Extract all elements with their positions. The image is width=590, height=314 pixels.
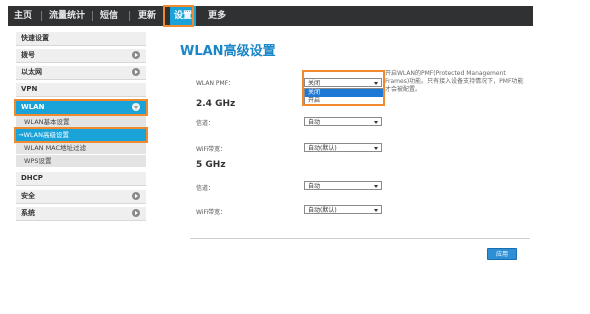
chevron-down-icon [374, 185, 378, 188]
nav-sms[interactable]: 短信 [100, 6, 118, 26]
nav-update[interactable]: 更新 [138, 6, 156, 26]
chevron-right-icon [132, 192, 140, 200]
pmf-help-text: 开启WLAN的PMF(Protected Management Frames)功… [385, 70, 524, 93]
sidebar-item-label: 安全 [21, 192, 35, 200]
nav-separator [129, 11, 130, 21]
nav-home[interactable]: 主页 [14, 6, 32, 26]
sidebar-item-label: 以太网 [21, 68, 42, 76]
channel-5-label: 信道： [196, 185, 215, 192]
channel-24-label: 信道： [196, 120, 215, 127]
sidebar-item-label: VPN [21, 85, 38, 93]
page-title: WLAN高级设置 [180, 44, 276, 59]
sidebar-item-dialup[interactable]: 拨号 [16, 49, 146, 63]
chevron-right-icon [132, 209, 140, 217]
sidebar-item-label: 系统 [21, 209, 35, 217]
nav-separator [41, 11, 42, 21]
sidebar-item-ethernet[interactable]: 以太网 [16, 66, 146, 80]
width-24-value: 自动(默认) [308, 145, 337, 152]
sidebar-subitem-label: WLAN基本设置 [24, 118, 70, 126]
sidebar-item-security[interactable]: 安全 [16, 190, 146, 204]
chevron-down-icon [374, 147, 378, 150]
width-24-select[interactable]: 自动(默认) [304, 143, 382, 152]
sidebar-item-label: 快速设置 [21, 34, 49, 42]
sidebar-subitem-label: WLAN MAC地址过滤 [24, 144, 87, 152]
chevron-right-icon [132, 68, 140, 76]
channel-24-select[interactable]: 自动 [304, 117, 382, 126]
sidebar-item-vpn[interactable]: VPN [16, 83, 146, 97]
nav-separator [92, 11, 93, 21]
sidebar-item-label: DHCP [21, 174, 43, 182]
highlight-wlan-menu [14, 99, 148, 116]
sidebar-item-system[interactable]: 系统 [16, 207, 146, 221]
chevron-down-icon [374, 121, 378, 124]
sidebar-item-label: 拨号 [21, 51, 35, 59]
highlight-pmf-select [302, 70, 385, 106]
channel-5-select[interactable]: 自动 [304, 181, 382, 190]
divider [190, 238, 530, 239]
channel-5-value: 自动 [308, 183, 321, 190]
chevron-down-icon [374, 209, 378, 212]
sidebar-subitem-label: WPS设置 [24, 157, 52, 165]
top-nav-bar: 主页 流量统计 短信 更新 设置 更多 [8, 6, 533, 26]
channel-24-value: 自动 [308, 119, 321, 126]
section-5ghz: 5 GHz [196, 160, 226, 170]
sidebar-subitem-wlan-mac-filter[interactable]: WLAN MAC地址过滤 [16, 142, 146, 154]
width-5-label: WiFi带宽： [196, 209, 227, 216]
sidebar-item-dhcp[interactable]: DHCP [16, 172, 146, 186]
section-24ghz: 2.4 GHz [196, 99, 236, 109]
sidebar-item-quick-setup[interactable]: 快速设置 [16, 32, 146, 46]
chevron-right-icon [132, 51, 140, 59]
highlight-settings-tab [163, 5, 194, 27]
highlight-wlan-advanced [14, 127, 148, 143]
sidebar-subitem-wps[interactable]: WPS设置 [16, 155, 146, 167]
width-5-value: 自动(默认) [308, 207, 337, 214]
apply-button[interactable]: 应用 [487, 248, 517, 260]
nav-traffic-stats[interactable]: 流量统计 [49, 6, 85, 26]
width-5-select[interactable]: 自动(默认) [304, 205, 382, 214]
pmf-label: WLAN PMF： [196, 80, 235, 87]
width-24-label: WiFi带宽： [196, 146, 227, 153]
nav-more[interactable]: 更多 [208, 6, 226, 26]
